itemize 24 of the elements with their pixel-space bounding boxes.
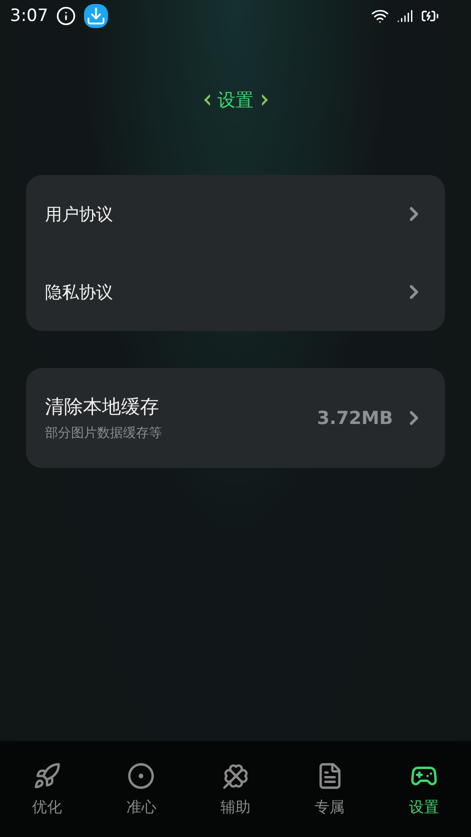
row-label: 清除本地缓存 <box>45 395 160 420</box>
cache-size: 3.72MB <box>316 408 393 428</box>
chevron-right-icon <box>260 93 270 107</box>
nav-tab[interactable]: 优化 <box>0 741 94 837</box>
signal-icon <box>397 8 413 24</box>
settings-row[interactable]: 隐私协议 <box>26 253 445 331</box>
status-time: 3:07 <box>10 6 48 26</box>
clover-icon <box>222 762 250 790</box>
row-subtitle: 部分图片数据缓存等 <box>45 425 163 442</box>
download-icon <box>84 4 108 28</box>
info-icon <box>56 6 76 26</box>
target-icon <box>127 762 156 790</box>
rocket-icon <box>33 762 62 790</box>
nav-tab[interactable]: 设置 <box>376 741 471 837</box>
settings-row[interactable]: 用户协议 <box>26 175 445 253</box>
settings-row[interactable]: 清除本地缓存 部分图片数据缓存等 3.72MB <box>26 368 445 468</box>
nav-tab[interactable]: 专属 <box>282 741 377 837</box>
page-title: 设置 <box>218 89 254 112</box>
nav-tab[interactable]: 辅助 <box>188 741 283 837</box>
row-label: 用户协议 <box>45 204 114 226</box>
nav-tab[interactable]: 准心 <box>94 741 188 837</box>
wifi-icon <box>371 7 389 25</box>
chevron-left-icon <box>202 93 212 107</box>
row-label: 隐私协议 <box>45 282 114 304</box>
